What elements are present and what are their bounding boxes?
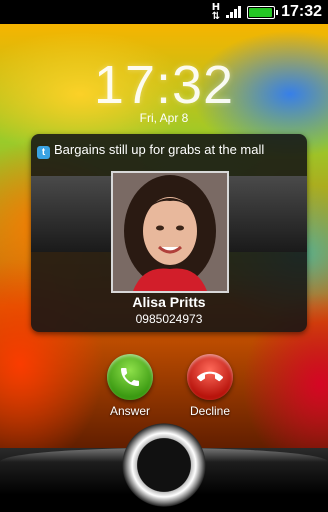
data-connection-icon: H ⇅	[211, 2, 221, 22]
notification-text: Bargains still up for grabs at the mall	[54, 142, 265, 157]
status-bar: H ⇅ 17:32	[0, 0, 328, 24]
unlock-ring[interactable]	[117, 418, 211, 512]
lockscreen-date: Fri, Apr 8	[139, 111, 189, 125]
caller-name: Alisa Pritts	[132, 294, 206, 310]
signal-strength-icon	[226, 6, 242, 18]
answer-action[interactable]: Answer	[100, 354, 160, 418]
caller-photo	[111, 171, 229, 293]
status-icons: H ⇅ 17:32	[212, 0, 322, 24]
decline-label: Decline	[189, 404, 231, 418]
caller-photo-image	[113, 173, 227, 291]
hang-up-icon	[197, 371, 223, 382]
status-time: 17:32	[281, 3, 322, 20]
notification-ticker[interactable]: t Bargains still up for grabs at the mall	[37, 142, 303, 159]
data-connection-label: H	[211, 2, 221, 13]
battery-level	[249, 7, 273, 17]
answer-button[interactable]	[107, 354, 153, 400]
lockscreen-clock: 17:32	[93, 55, 235, 115]
decline-action[interactable]: Decline	[180, 354, 240, 418]
twitter-icon: t	[37, 146, 50, 159]
answer-label: Answer	[109, 404, 150, 418]
incoming-call-card: t Bargains still up for grabs at the mall…	[31, 134, 307, 332]
decline-button[interactable]	[187, 354, 233, 400]
battery-icon	[247, 5, 279, 19]
phone-icon	[121, 368, 139, 386]
caller-number: 0985024973	[135, 312, 203, 326]
